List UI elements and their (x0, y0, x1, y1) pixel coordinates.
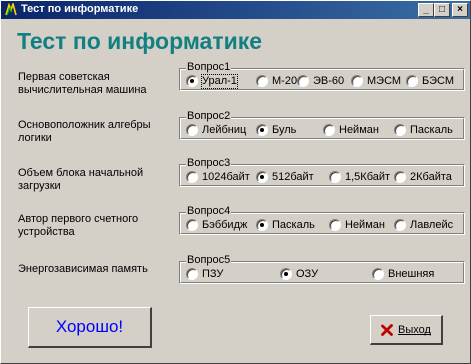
radio-button-icon[interactable] (372, 268, 384, 280)
page-title: Тест по информатике (17, 28, 263, 54)
radio-option[interactable]: ЭВ-60 (297, 74, 344, 88)
question-label: Объем блока начальной загрузки (18, 167, 144, 192)
exit-button-label: Выход (398, 323, 431, 336)
main-window: Тест по информатике _ □ × Тест по информ… (0, 0, 471, 364)
radio-group-question-1: Вопрос1 Урал-1 М-20 ЭВ-60 МЭСМ БЭСМ (179, 61, 465, 91)
radio-button-icon[interactable] (394, 171, 406, 183)
radio-option[interactable]: 1,5Кбайт (329, 170, 390, 184)
maximize-button[interactable]: □ (434, 3, 450, 17)
radio-option-label: 512байт (272, 170, 314, 183)
radio-option-label: ПЗУ (202, 267, 224, 280)
question-label: Энергозависимая память (18, 263, 148, 275)
radio-option-label: Паскаль (272, 218, 315, 231)
question-label: Автор первого счетного устройства (18, 213, 139, 238)
app-icon (5, 3, 17, 16)
radio-option-label: 2Кбайта (410, 170, 452, 183)
radio-button-icon[interactable] (186, 75, 198, 87)
radio-button-icon[interactable] (186, 124, 198, 136)
radio-option-label: ЭВ-60 (313, 74, 345, 87)
radio-group-question-3: Вопрос3 1024байт 512байт 1,5Кбайт 2Кбайта (179, 157, 465, 187)
radio-button-icon[interactable] (280, 268, 292, 280)
radio-option-label: ОЗУ (296, 267, 319, 280)
radio-button-icon[interactable] (186, 171, 198, 183)
radio-button-icon[interactable] (351, 75, 363, 87)
radio-button-icon[interactable] (256, 171, 268, 183)
group-caption: Вопрос5 (186, 254, 232, 266)
radio-option[interactable]: Буль (256, 123, 296, 137)
radio-option-label: М-20 (272, 74, 298, 87)
radio-button-icon[interactable] (394, 219, 406, 231)
radio-button-icon[interactable] (329, 219, 341, 231)
radio-option[interactable]: Урал-1 (186, 73, 238, 89)
radio-option[interactable]: МЭСМ (351, 74, 401, 88)
radio-option-label: Внешняя (388, 267, 435, 280)
radio-option[interactable]: ПЗУ (186, 267, 223, 281)
radio-group-question-2: Вопрос2 Лейбниц Буль Нейман Паскаль (179, 110, 465, 140)
close-button[interactable]: × (452, 3, 468, 17)
radio-option[interactable]: 1024байт (186, 170, 250, 184)
radio-option[interactable]: Нейман (329, 218, 385, 232)
radio-option-label: Лейбниц (202, 123, 247, 136)
window-title: Тест по информатике (21, 3, 139, 15)
radio-button-icon[interactable] (256, 75, 268, 87)
radio-button-icon[interactable] (256, 124, 268, 136)
radio-option-label: Урал-1 (201, 73, 238, 89)
radio-option[interactable]: 512байт (256, 170, 314, 184)
radio-option-label: Нейман (339, 123, 379, 136)
maximize-icon: □ (438, 4, 446, 15)
radio-option[interactable]: Внешняя (372, 267, 434, 281)
close-icon: × (457, 4, 463, 15)
radio-button-icon[interactable] (329, 171, 341, 183)
radio-button-icon[interactable] (256, 219, 268, 231)
radio-button-icon[interactable] (186, 268, 198, 280)
radio-option-label: МЭСМ (367, 74, 402, 87)
radio-option[interactable]: Лейбниц (186, 123, 246, 137)
radio-button-icon[interactable] (406, 75, 418, 87)
group-caption: Вопрос1 (186, 61, 232, 73)
result-button-label: Хорошо! (55, 317, 124, 336)
title-bar[interactable]: Тест по информатике _ □ × (1, 1, 470, 19)
group-caption: Вопрос2 (186, 110, 232, 122)
radio-option[interactable]: Бэббидж (186, 218, 247, 232)
radio-option-label: Бэббидж (202, 218, 248, 231)
radio-option[interactable]: Лавлейс (394, 218, 453, 232)
radio-button-icon[interactable] (186, 219, 198, 231)
radio-option-label: 1024байт (202, 170, 250, 183)
minimize-button[interactable]: _ (418, 3, 434, 17)
minimize-icon: _ (423, 4, 429, 15)
radio-option[interactable]: М-20 (256, 74, 297, 88)
radio-option-label: Буль (272, 123, 297, 136)
radio-option-label: 1,5Кбайт (345, 170, 391, 183)
radio-option-label: Лавлейс (410, 218, 454, 231)
radio-option[interactable]: Нейман (323, 123, 379, 137)
radio-option[interactable]: 2Кбайта (394, 170, 452, 184)
radio-option-label: Паскаль (410, 123, 453, 136)
radio-option[interactable]: БЭСМ (406, 74, 454, 88)
radio-option[interactable]: Паскаль (256, 218, 315, 232)
question-label: Первая советская вычислительная машина (18, 71, 147, 96)
radio-group-question-4: Вопрос4 Бэббидж Паскаль Нейман Лавлейс (179, 205, 465, 235)
radio-button-icon[interactable] (394, 124, 406, 136)
radio-button-icon[interactable] (323, 124, 335, 136)
radio-button-icon[interactable] (297, 75, 309, 87)
result-button[interactable]: Хорошо! (28, 307, 152, 348)
group-caption: Вопрос4 (186, 205, 232, 217)
radio-option[interactable]: ОЗУ (280, 267, 318, 281)
group-caption: Вопрос3 (186, 157, 232, 169)
red-x-icon (381, 323, 393, 336)
question-label: Основоположник алгебры логики (18, 119, 151, 144)
radio-group-question-5: Вопрос5 ПЗУ ОЗУ Внешняя (179, 254, 465, 284)
radio-option-label: БЭСМ (422, 74, 454, 87)
radio-option[interactable]: Паскаль (394, 123, 453, 137)
exit-button[interactable]: Выход (370, 315, 443, 345)
radio-option-label: Нейман (345, 218, 385, 231)
